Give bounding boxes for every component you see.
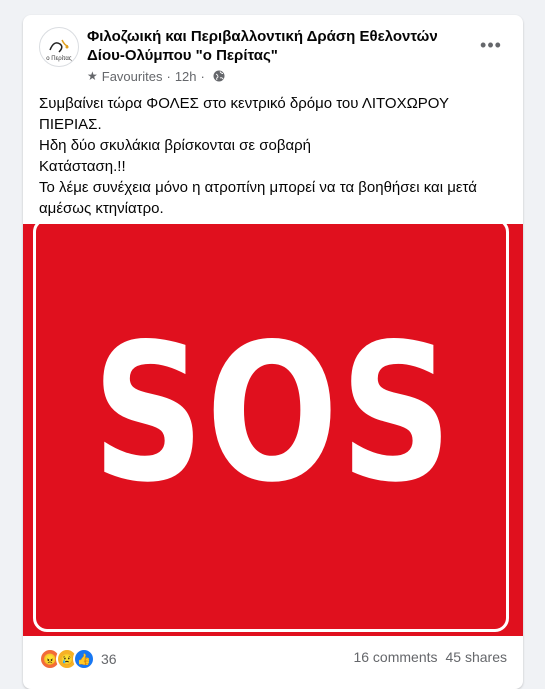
like-reaction-icon: 👍 xyxy=(73,648,95,670)
sos-text: SOS xyxy=(92,303,454,524)
star-icon: ★ xyxy=(87,69,98,83)
post-stats: 16 comments 45 shares xyxy=(345,649,507,665)
post-text-line: Συμβαίνει τώρα ΦΟΛΕΣ στο κεντρικό δρόμο … xyxy=(39,95,453,133)
comments-link[interactable]: 16 comments xyxy=(353,649,437,665)
post-text-line: Ηδη δύο σκυλάκια βρίσκονται σε σοβαρή xyxy=(39,137,312,154)
post-card: ο Περίτας Φιλοζωική και Περιβαλλοντική Δ… xyxy=(23,15,523,689)
reaction-count: 36 xyxy=(101,651,117,667)
avatar-caption: ο Περίτας xyxy=(46,56,72,62)
audience-label[interactable]: Favourites xyxy=(102,69,163,84)
page-avatar[interactable]: ο Περίτας xyxy=(39,27,79,67)
post-text: Συμβαίνει τώρα ΦΟΛΕΣ στο κεντρικό δρόμο … xyxy=(39,93,509,219)
page-name-link[interactable]: Φιλοζωική και Περιβαλλοντική Δράση Εθελο… xyxy=(87,27,447,65)
post-footer: 😠 😢 👍 36 16 comments 45 shares xyxy=(23,639,523,679)
post-image[interactable]: SOS xyxy=(23,224,523,636)
separator: · xyxy=(166,68,171,84)
separator: · xyxy=(200,68,205,84)
post-text-line: Κατάσταση.!! xyxy=(39,158,126,175)
shares-link[interactable]: 45 shares xyxy=(446,649,507,665)
post-meta: ★ Favourites · 12h · xyxy=(87,68,225,84)
more-options-button[interactable]: ••• xyxy=(473,31,509,59)
post-text-line: Το λέμε συνέχεια μόνο η ατροπίνη μπορεί … xyxy=(39,179,482,217)
reactions-summary[interactable]: 😠 😢 👍 36 xyxy=(39,648,117,670)
globe-icon xyxy=(213,70,225,82)
post-header: ο Περίτας Φιλοζωική και Περιβαλλοντική Δ… xyxy=(23,15,523,85)
post-time[interactable]: 12h xyxy=(175,69,197,84)
